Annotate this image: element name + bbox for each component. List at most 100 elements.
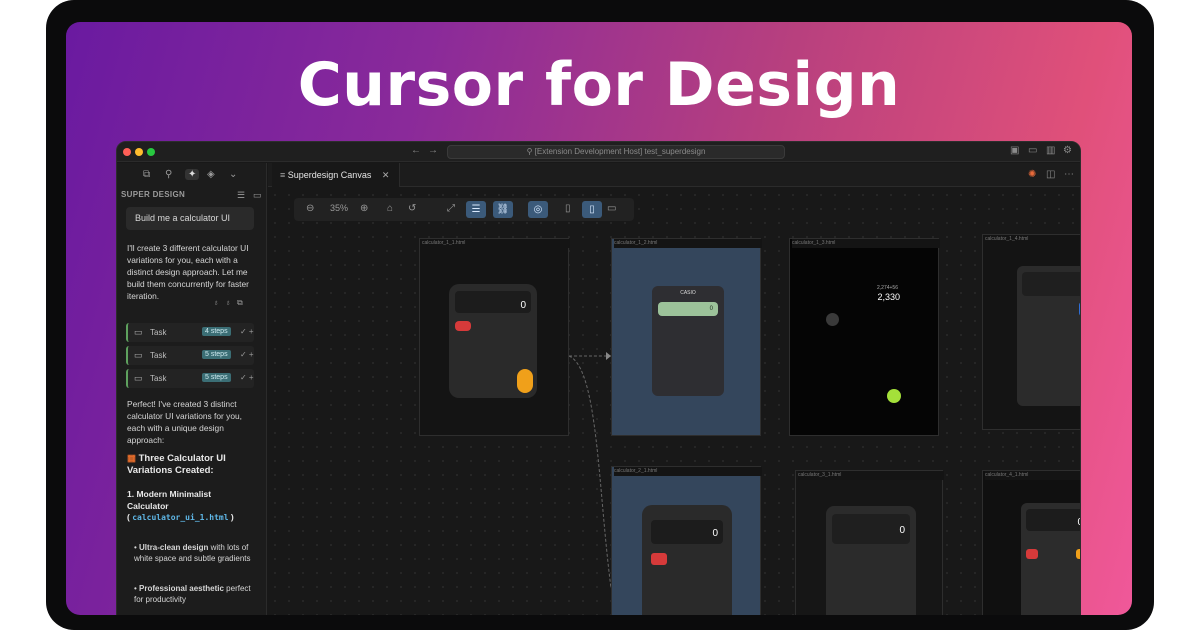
card-file-label: calculator_1_4.html xyxy=(985,235,1080,244)
calculator-preview: 0 xyxy=(1017,266,1080,406)
checkmark-icon: ✓ + xyxy=(240,327,254,336)
grid-icon: ▦ xyxy=(127,453,139,464)
back-arrow-icon[interactable]: ← xyxy=(411,146,421,156)
design-card[interactable]: calculator_1_2.html CASIO 0 xyxy=(611,238,762,436)
calculator-display: 0 xyxy=(1026,509,1080,531)
calculator-brand: CASIO xyxy=(680,290,696,296)
task-label: Task xyxy=(150,328,167,337)
checkmark-icon: ✓ + xyxy=(240,373,254,382)
hero-background: Cursor for Design ← → ⚲ [Extension Devel… xyxy=(66,22,1132,615)
calculator-display: 0 xyxy=(832,514,910,544)
activity-icons: ⧉ ⚲ ✦ ◈ ⌄ xyxy=(117,163,266,187)
thumbs-up-icon[interactable]: ♁ xyxy=(213,298,219,307)
variations-heading: ▦ Three Calculator UI Variations Created… xyxy=(127,453,257,477)
forward-arrow-icon[interactable]: → xyxy=(428,146,438,156)
design-canvas[interactable]: ⊖ 35% ⊕ ⌂ ↺ ⤢ ☰ ⛓ ◎ ▯ ▯ ▭ calculator_1_1… xyxy=(268,188,1080,615)
design-card[interactable]: calculator_2_1.html 0 xyxy=(611,466,762,615)
maximize-window-dot[interactable] xyxy=(147,148,155,156)
user-prompt: Build me a calculator UI xyxy=(126,207,254,230)
folder-icon: ▭ xyxy=(134,327,143,337)
superdesign-logo-icon[interactable]: ✺ xyxy=(1028,170,1036,180)
calculator-key xyxy=(1026,549,1038,559)
new-chat-icon[interactable]: ▭ xyxy=(253,190,262,201)
calculator-display: 0 xyxy=(658,302,718,316)
design-card[interactable]: calculator_4_1.html 0 xyxy=(982,470,1080,615)
design-card[interactable]: calculator_3_1.html 0 xyxy=(795,470,944,615)
command-search[interactable]: ⚲ [Extension Development Host] test_supe… xyxy=(447,145,785,159)
checkmark-icon: ✓ + xyxy=(240,350,254,359)
sidebar-title: SUPER DESIGN xyxy=(121,190,186,199)
more-actions-icon[interactable]: ⋯ xyxy=(1064,170,1074,180)
calculator-key xyxy=(455,321,471,331)
calculator-display: 0 xyxy=(1022,272,1080,296)
calculator-key xyxy=(651,553,667,565)
layers-icon[interactable]: ◈ xyxy=(207,169,215,180)
design-card[interactable]: calculator_1_4.html 0 xyxy=(982,234,1080,430)
history-icon[interactable]: ☰ xyxy=(237,190,245,201)
task-item[interactable]: ▭ Task 5 steps ✓ + xyxy=(126,346,254,365)
task-steps-badge: 5 steps xyxy=(202,373,231,382)
tab-label: Superdesign Canvas xyxy=(287,170,372,180)
superdesign-sidebar: ⧉ ⚲ ✦ ◈ ⌄ SUPER DESIGN ☰ ▭ Build me a ca… xyxy=(117,163,267,615)
editor-window: ← → ⚲ [Extension Development Host] test_… xyxy=(116,141,1081,615)
search-icon[interactable]: ⚲ xyxy=(165,169,172,180)
toggle-secondary-sidebar-icon[interactable]: ▥ xyxy=(1046,146,1055,156)
title-bar: ← → ⚲ [Extension Development Host] test_… xyxy=(117,142,1080,162)
card-file-label: calculator_2_1.html xyxy=(614,467,762,476)
bullet-1: • Ultra-clean design with lots of white … xyxy=(134,543,251,563)
item-1-title: 1. Modern Minimalist Calculator xyxy=(127,489,212,511)
headline: Cursor for Design xyxy=(297,50,901,120)
assistant-intro: I'll create 3 different calculator UI va… xyxy=(127,243,249,301)
variations-heading-text: Three Calculator UI Variations Created: xyxy=(127,453,226,476)
calculator-key xyxy=(887,389,901,403)
explorer-icon[interactable]: ⧉ xyxy=(143,169,150,180)
toggle-panel-icon[interactable]: ▭ xyxy=(1028,146,1037,156)
calculator-preview: CASIO 0 xyxy=(652,286,724,396)
calculator-expression: 2,274+56 xyxy=(877,285,898,291)
toggle-sidebar-icon[interactable]: ▣ xyxy=(1010,146,1019,156)
card-file-label: calculator_1_2.html xyxy=(614,239,762,248)
calculator-key xyxy=(517,369,533,393)
tab-bar: ≡ Superdesign Canvas ✕ ✺ ◫ ⋯ xyxy=(268,163,1080,187)
assistant-summary: Perfect! I've created 3 distinct calcula… xyxy=(127,399,242,445)
card-file-label: calculator_1_3.html xyxy=(792,239,940,248)
close-window-dot[interactable] xyxy=(123,148,131,156)
copy-icon[interactable]: ⧉ xyxy=(237,298,243,308)
bullet-bold: Professional aesthetic xyxy=(139,584,224,593)
close-tab-icon[interactable]: ✕ xyxy=(382,170,390,180)
thumbs-down-icon[interactable]: ♁ xyxy=(225,298,231,307)
tab-superdesign-canvas[interactable]: ≡ Superdesign Canvas ✕ xyxy=(272,163,401,187)
calculator-display: 0 xyxy=(651,520,723,544)
calculator-preview: 0 xyxy=(826,506,916,615)
folder-icon: ▭ xyxy=(134,373,143,383)
bullet-2: • Professional aesthetic perfect for pro… xyxy=(134,584,251,604)
calculator-display: 0 xyxy=(455,291,531,313)
calculator-key xyxy=(826,313,839,326)
task-steps-badge: 5 steps xyxy=(202,350,231,359)
task-item[interactable]: ▭ Task 4 steps ✓ + xyxy=(126,323,254,342)
sparkle-icon[interactable]: ✦ xyxy=(185,169,200,180)
window-title: [Extension Development Host] test_superd… xyxy=(534,147,706,156)
task-steps-badge: 4 steps xyxy=(202,327,231,336)
calculator-preview: 0 xyxy=(642,505,732,615)
calculator-display: 2,330 xyxy=(877,292,900,302)
file-icon: ≡ xyxy=(280,170,288,180)
search-icon: ⚲ xyxy=(526,147,535,156)
task-label: Task xyxy=(150,351,167,360)
task-item[interactable]: ▭ Task 5 steps ✓ + xyxy=(126,369,254,388)
card-file-label: calculator_1_1.html xyxy=(422,239,570,248)
calculator-key xyxy=(1076,549,1080,559)
chevron-down-icon[interactable]: ⌄ xyxy=(229,169,237,180)
item-1-file: ( calculator_ui_1.html ) xyxy=(127,512,234,522)
folder-icon: ▭ xyxy=(134,350,143,360)
settings-gear-icon[interactable]: ⚙ xyxy=(1063,146,1072,156)
design-card[interactable]: calculator_1_3.html 2,274+56 2,330 xyxy=(789,238,940,436)
card-file-label: calculator_3_1.html xyxy=(798,471,944,480)
calculator-key xyxy=(1079,302,1080,316)
minimize-window-dot[interactable] xyxy=(135,148,143,156)
task-label: Task xyxy=(150,374,167,383)
calculator-preview: 0 xyxy=(449,284,537,398)
design-card[interactable]: calculator_1_1.html 0 xyxy=(419,238,570,436)
split-editor-icon[interactable]: ◫ xyxy=(1046,170,1055,180)
file-name[interactable]: calculator_ui_1.html xyxy=(132,513,228,522)
